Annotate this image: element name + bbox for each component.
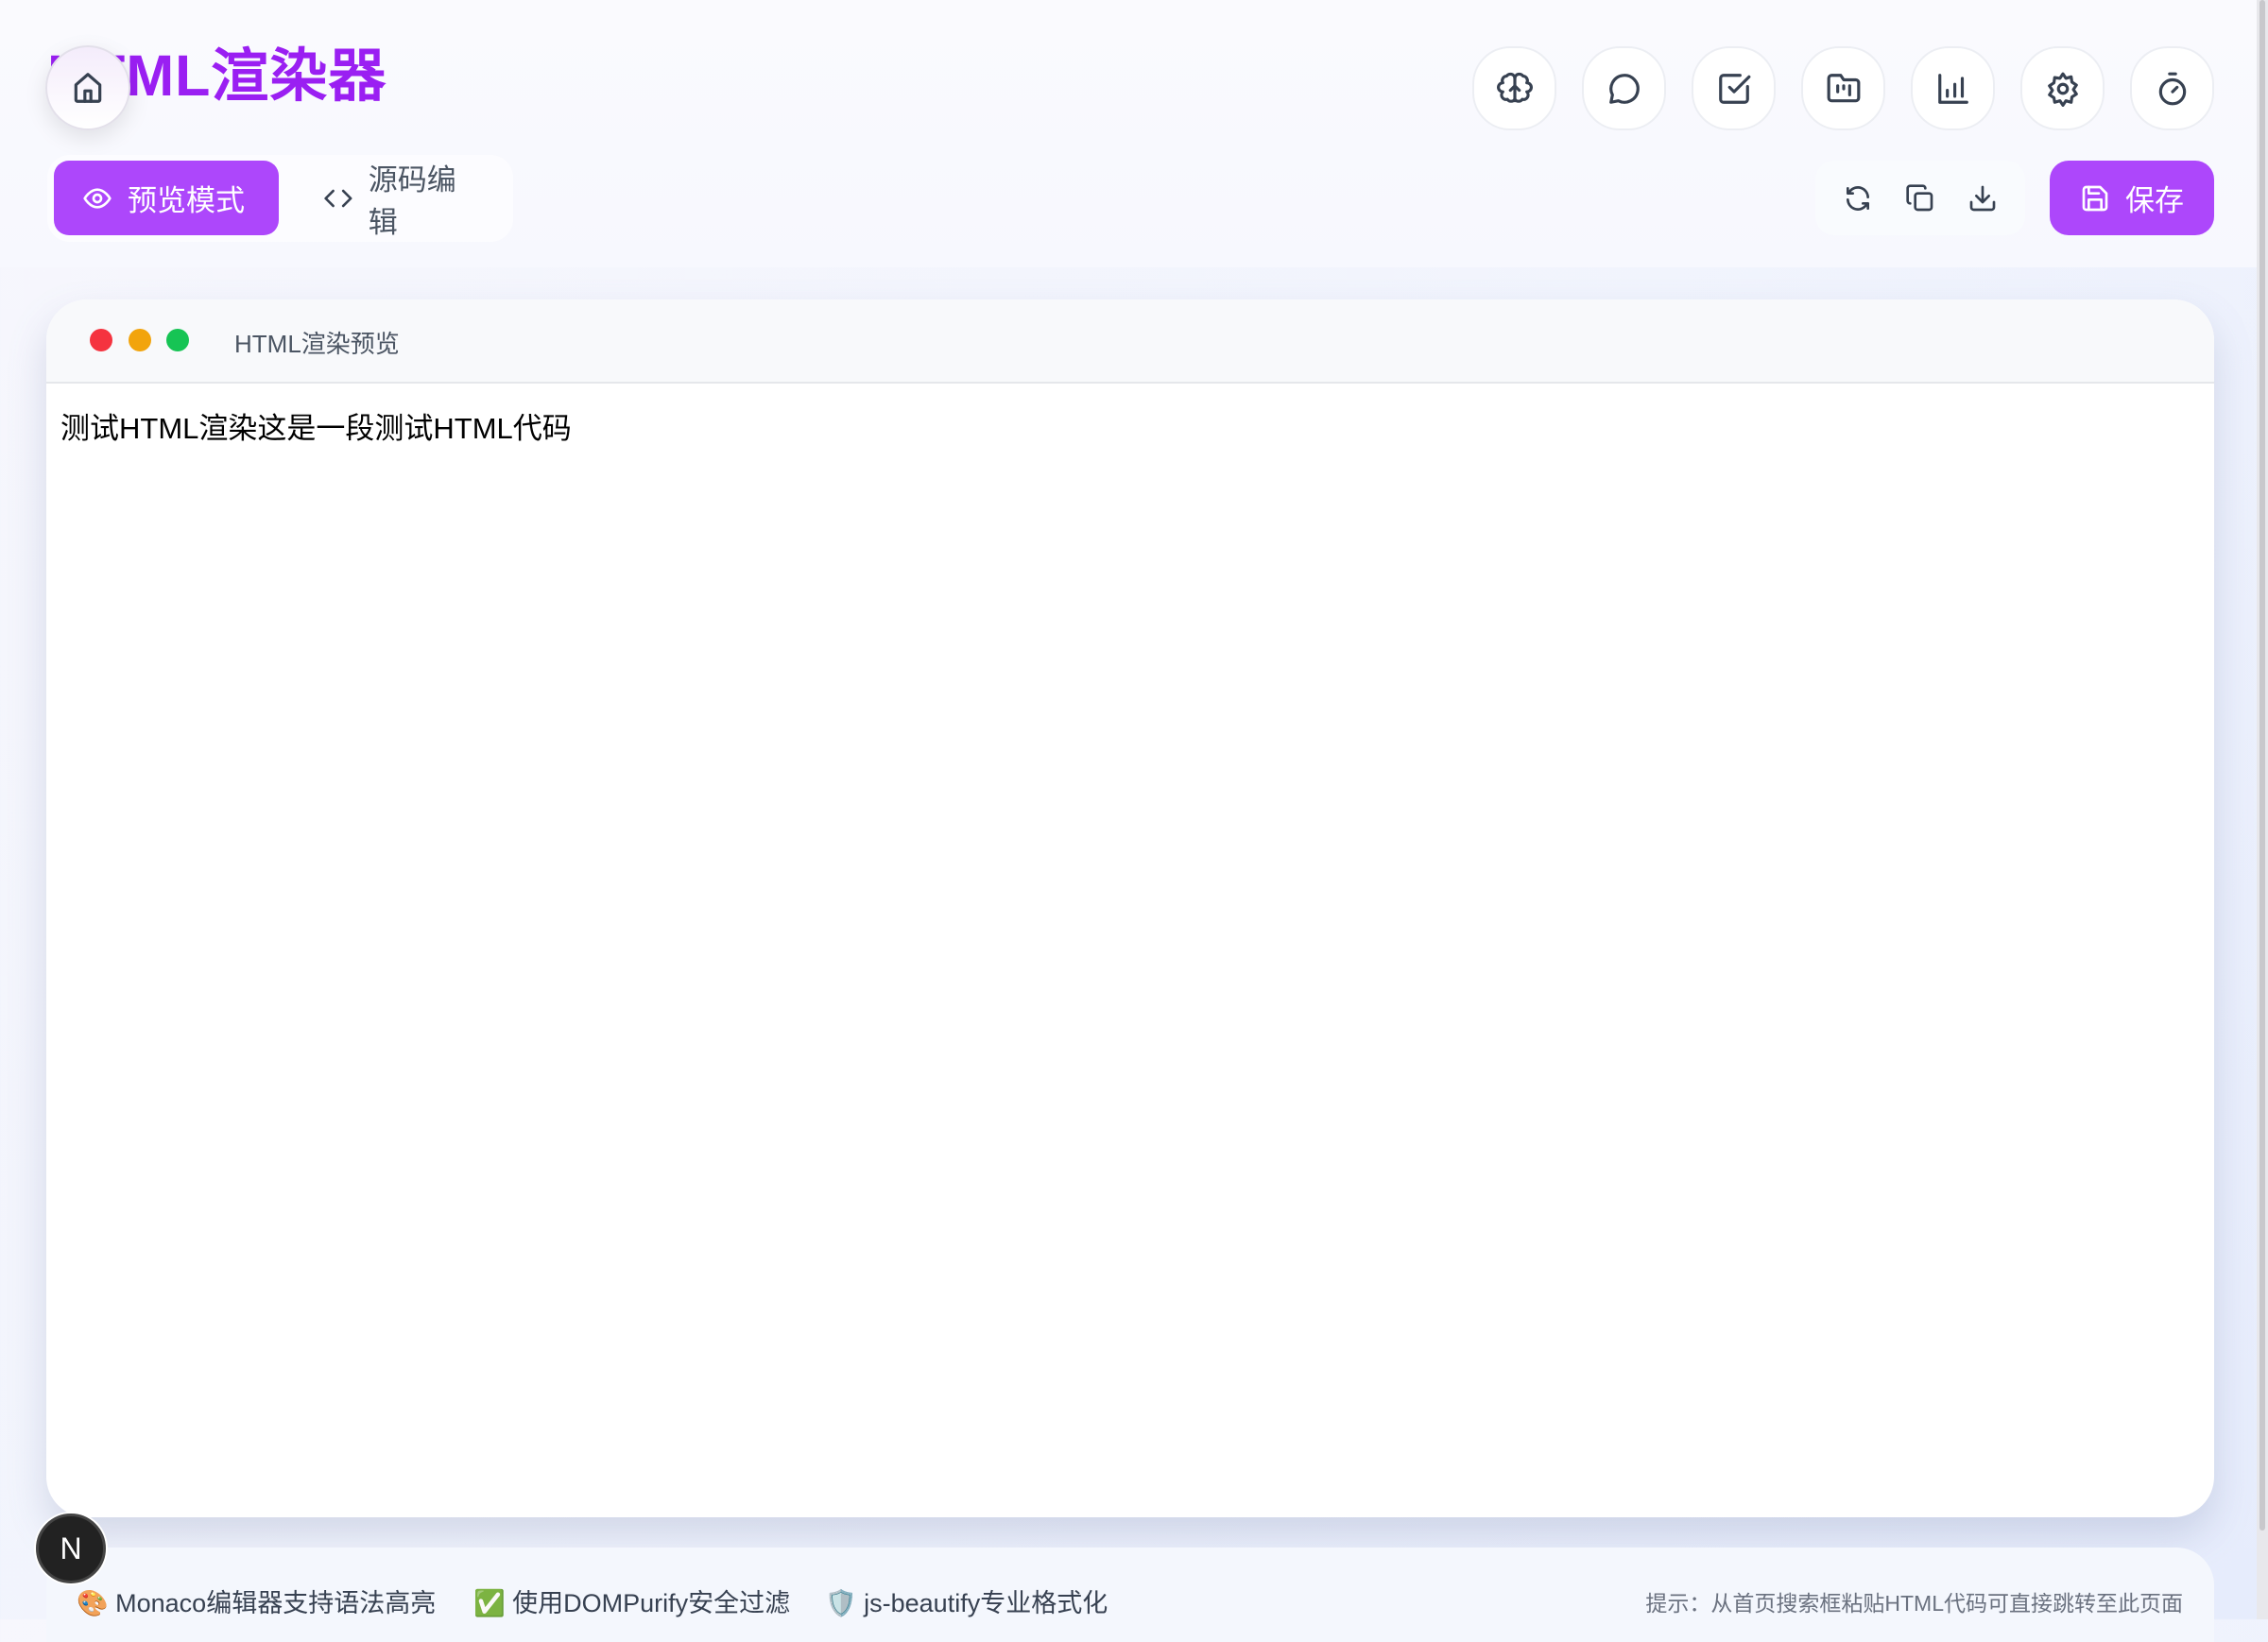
gear-icon <box>2047 72 2078 107</box>
checkbox-icon <box>1718 73 1750 104</box>
action-group <box>1815 161 2025 235</box>
next-devtools-badge[interactable]: N <box>36 1514 106 1583</box>
shield-icon: 🛡️ <box>825 1589 857 1617</box>
timer-icon <box>2158 72 2186 105</box>
preview-mode-tab[interactable]: 预览模式 <box>54 161 279 235</box>
source-edit-tab[interactable]: 源码编辑 <box>295 161 513 239</box>
source-edit-label: 源码编辑 <box>368 162 456 239</box>
check-icon: ✅ <box>473 1589 506 1617</box>
preview-mode-label: 预览模式 <box>128 184 245 217</box>
mode-toggle: 预览模式 源码编辑 <box>47 155 513 242</box>
settings-button[interactable] <box>2020 46 2105 130</box>
feature-beautify: 🛡️ js-beautify专业格式化 <box>825 1582 1108 1619</box>
feature-text: js-beautify专业格式化 <box>864 1589 1108 1617</box>
timer-button[interactable] <box>2130 46 2214 130</box>
feature-text: Monaco编辑器支持语法高亮 <box>115 1589 437 1617</box>
feature-monaco: 🎨 Monaco编辑器支持语法高亮 <box>77 1582 436 1619</box>
preview-window-header: HTML渲染预览 <box>46 299 2214 384</box>
footer: 🎨 Monaco编辑器支持语法高亮 ✅ 使用DOMPurify安全过滤 🛡️ j… <box>46 1548 2214 1642</box>
preview-window-title: HTML渲染预览 <box>234 330 400 358</box>
eye-icon <box>83 187 112 209</box>
scrollbar-thumb[interactable] <box>2259 0 2265 1531</box>
folder-kanban-icon <box>1827 73 1860 102</box>
brain-button[interactable] <box>1472 46 1556 130</box>
feature-dompurify: ✅ 使用DOMPurify安全过滤 <box>473 1582 790 1619</box>
preview-window: HTML渲染预览 测试HTML渲染这是一段测试HTML代码 <box>46 299 2214 1517</box>
brain-icon <box>1496 72 1533 103</box>
palette-icon: 🎨 <box>77 1589 109 1617</box>
rendered-content: 测试HTML渲染这是一段测试HTML代码 <box>60 412 572 445</box>
save-label: 保存 <box>2125 184 2184 217</box>
home-icon <box>74 73 102 103</box>
refresh-icon[interactable] <box>1843 183 1873 214</box>
stats-button[interactable] <box>1911 46 1995 130</box>
download-icon[interactable] <box>1967 183 1998 214</box>
bar-chart-icon <box>1937 73 1968 104</box>
footer-hint: 提示：从首页搜索框粘贴HTML代码可直接跳转至此页面 <box>1645 1591 2183 1616</box>
code-icon <box>324 189 352 207</box>
feature-text: 使用DOMPurify安全过滤 <box>512 1589 791 1617</box>
home-button[interactable] <box>45 45 130 130</box>
yellow-dot <box>129 329 151 351</box>
chat-button[interactable] <box>1582 46 1666 130</box>
tasks-button[interactable] <box>1692 46 1776 130</box>
scrollbar[interactable] <box>2257 0 2268 1619</box>
red-dot <box>90 329 112 351</box>
copy-icon[interactable] <box>1905 183 1935 214</box>
chat-icon <box>1608 73 1640 104</box>
save-button[interactable]: 保存 <box>2050 161 2214 235</box>
save-icon <box>2082 185 2108 211</box>
projects-button[interactable] <box>1801 46 1885 130</box>
green-dot <box>166 329 189 351</box>
